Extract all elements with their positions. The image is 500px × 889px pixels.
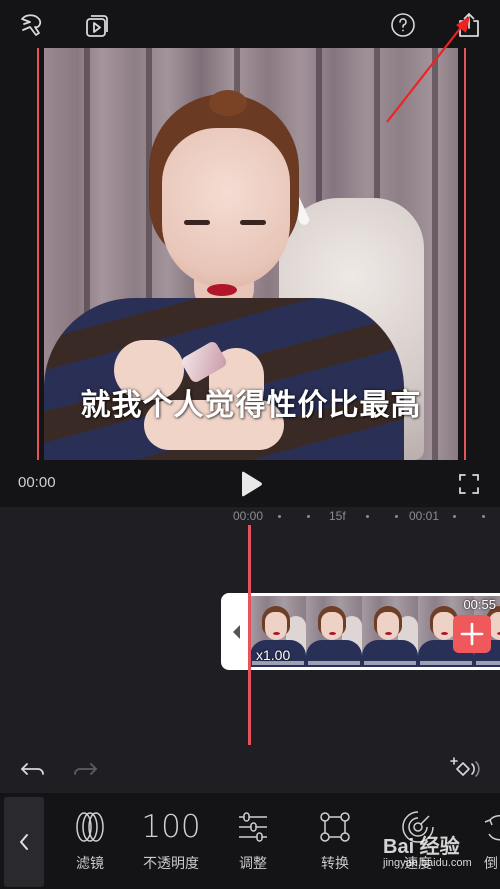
- magic-effects-button[interactable]: [14, 8, 48, 42]
- ruler-label: 15f: [329, 509, 346, 523]
- preview-playlist-icon: [86, 15, 108, 37]
- video-subtitle: 就我个人觉得性价比最高: [80, 388, 422, 423]
- preview-area: 就我个人觉得性价比最高 00:00: [0, 0, 500, 507]
- magic-effects-icon: [21, 14, 42, 36]
- ruler-label: 00:00: [233, 509, 264, 523]
- transform-icon: [320, 812, 350, 842]
- export-button[interactable]: [452, 8, 486, 42]
- tool-filter[interactable]: 滤镜: [50, 809, 130, 881]
- toolbar-back-button[interactable]: [4, 797, 44, 887]
- clip-duration-label: 00:55: [463, 597, 496, 612]
- clip-speed-label: x1.00: [256, 647, 291, 663]
- frame-border-right: [464, 48, 466, 460]
- ruler-tick: [307, 515, 310, 518]
- tool-label: 速度: [404, 856, 432, 872]
- caret-left-icon: [233, 624, 240, 639]
- help-button[interactable]: [386, 8, 420, 42]
- tool-label: 调整: [239, 856, 267, 872]
- tool-label: 转换: [321, 856, 349, 872]
- ruler-tick: [278, 515, 281, 518]
- timeline[interactable]: 00:00 15f 00:01 x1.00 00:55: [0, 507, 500, 793]
- play-icon[interactable]: [238, 470, 264, 498]
- frame-border-left: [37, 48, 39, 460]
- time-ruler[interactable]: 00:00 15f 00:01: [0, 507, 500, 527]
- fullscreen-icon[interactable]: [458, 473, 480, 495]
- plus-icon: [460, 622, 484, 646]
- tool-label: 滤镜: [76, 856, 104, 872]
- preview-playlist-button[interactable]: [80, 8, 114, 42]
- ruler-tick: [482, 515, 485, 518]
- speed-gauge-icon: [402, 811, 434, 843]
- video-preview[interactable]: 就我个人觉得性价比最高: [44, 48, 458, 460]
- filter-rings-icon: [76, 812, 104, 842]
- ruler-tick: [395, 515, 398, 518]
- tool-label: 不透明度: [143, 856, 199, 872]
- tool-transform[interactable]: 转换: [295, 809, 375, 881]
- tool-speed[interactable]: 速度: [378, 809, 458, 881]
- ruler-tick: [453, 515, 456, 518]
- ruler-label: 00:01: [409, 509, 440, 523]
- tool-label: 倒: [484, 856, 498, 872]
- add-clip-button[interactable]: [453, 615, 491, 653]
- current-time: 00:00: [18, 474, 56, 491]
- ruler-tick: [366, 515, 369, 518]
- undo-icon[interactable]: [20, 758, 46, 780]
- clip-trim-handle-left[interactable]: [221, 593, 251, 670]
- opacity-value: 100: [141, 809, 201, 845]
- bottom-toolbar: 滤镜 100 不透明度 调整 转换 速度 倒: [0, 793, 500, 889]
- keyframe-add-icon[interactable]: [450, 757, 482, 781]
- playhead[interactable]: [248, 525, 251, 745]
- chevron-left-icon: [20, 834, 28, 850]
- clip-thumbnail: [306, 596, 362, 667]
- export-share-icon: [459, 13, 479, 37]
- tool-opacity[interactable]: 100 不透明度: [131, 809, 211, 881]
- tool-reverse[interactable]: 倒: [460, 809, 500, 881]
- help-icon: [391, 13, 415, 37]
- reverse-icon: [484, 814, 500, 841]
- tool-adjust[interactable]: 调整: [213, 809, 293, 881]
- clip-thumbnail: [362, 596, 418, 667]
- sliders-icon: [239, 812, 267, 842]
- redo-icon[interactable]: [72, 758, 98, 780]
